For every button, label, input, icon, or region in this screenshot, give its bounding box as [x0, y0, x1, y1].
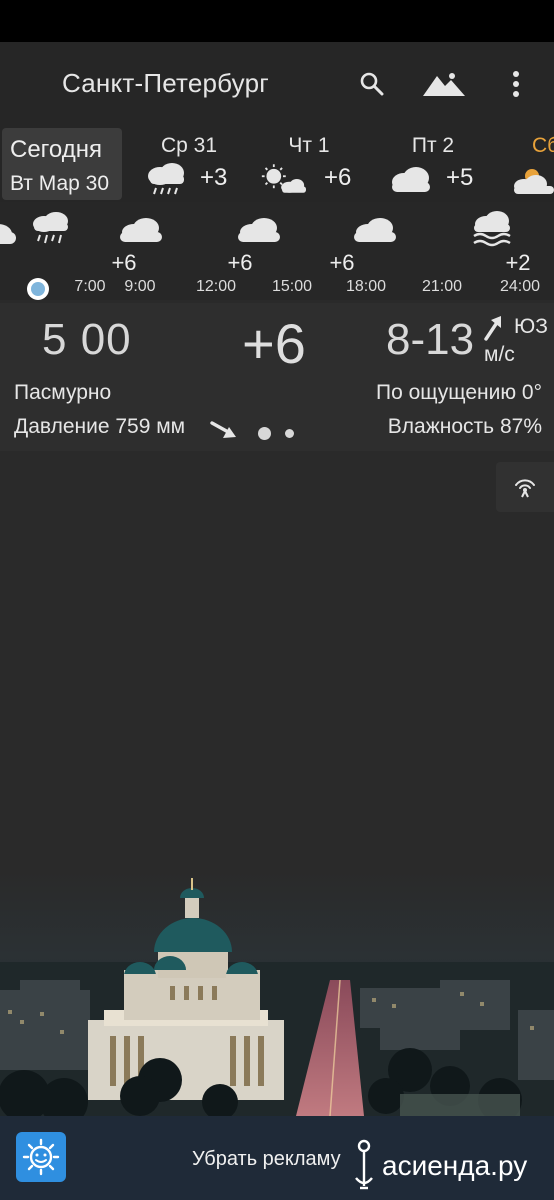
remove-ads-button[interactable]: Убрать рекламу: [192, 1148, 341, 1171]
hour-time: 21:00: [421, 278, 463, 295]
condition-text: Пасмурно: [14, 381, 112, 404]
city-background-image: [0, 870, 554, 1116]
day-tab-thu[interactable]: Чт 1 +6: [254, 130, 364, 198]
current-time: 5 00: [42, 315, 132, 364]
sun-cloud-icon: [514, 169, 554, 194]
cloud-icon: [238, 218, 280, 242]
cloud-icon: [354, 218, 396, 242]
day-tab-sat[interactable]: Сб: [506, 130, 554, 198]
current-weather-panel[interactable]: 5 00 +6 8-13 ЮЗ м/с Пасмурно По ощущению…: [0, 303, 554, 451]
hour-time: 18:00: [345, 278, 387, 295]
day-name: Ср 31: [160, 134, 218, 157]
feels-like-text: По ощущению 0°: [375, 381, 542, 404]
city-title[interactable]: Санкт-Петербург: [62, 68, 269, 99]
landscape-icon[interactable]: [422, 66, 466, 102]
wind-direction: ЮЗ: [514, 315, 548, 338]
hour-time: 9:00: [124, 278, 156, 295]
pager-dot[interactable]: [285, 429, 294, 438]
day-name: Чт 1: [288, 134, 330, 157]
rain-cloud-icon: [33, 212, 68, 244]
app-logo-icon[interactable]: [16, 1132, 66, 1182]
more-vert-icon[interactable]: [498, 66, 534, 102]
watermark-logo-icon: [355, 1139, 373, 1190]
wind-unit: м/с: [484, 343, 515, 366]
hour-time: 24:00: [499, 278, 541, 295]
today-label: Сегодня: [10, 136, 102, 163]
current-temp: +6: [242, 312, 306, 375]
day-temp: +6: [324, 164, 352, 191]
pressure-text: Давление 759 мм: [14, 415, 186, 438]
app-bar: Санкт-Петербург: [0, 42, 554, 126]
watermark-text: асиенда.ру: [382, 1150, 528, 1181]
hour-time: 12:00: [195, 278, 237, 295]
hourly-forecast[interactable]: +6 +6 +6 +2 7:00 9:00 12:00 15:00 18:00 …: [0, 202, 554, 300]
cloud-icon: [0, 224, 16, 244]
day-temp: +3: [200, 164, 228, 191]
hour-time: 15:00: [271, 278, 313, 295]
humidity-text: Влажность 87%: [387, 415, 542, 438]
day-temp: +5: [446, 164, 474, 191]
hour-temp: +2: [505, 250, 531, 275]
status-bar: [0, 0, 554, 42]
wind-speed: 8-13: [386, 315, 475, 364]
search-icon[interactable]: [352, 66, 392, 102]
day-tab-fri[interactable]: Пт 2 +5: [378, 130, 488, 198]
day-name: Пт 2: [411, 134, 455, 157]
sun-cloud-icon: [261, 164, 306, 193]
days-row: Сегодня Вт Мар 30 Ср 31 +3 Чт 1 +6 Пт 2 …: [0, 126, 554, 202]
pressure-trend-icon: [210, 421, 236, 438]
fog-icon: [473, 211, 511, 247]
radar-icon: [515, 479, 535, 498]
day-tab-wed[interactable]: Ср 31 +3: [134, 130, 244, 198]
hour-temp: +6: [111, 250, 137, 275]
rain-cloud-icon: [148, 163, 184, 195]
radar-button[interactable]: [496, 462, 554, 512]
day-name: Сб: [532, 134, 554, 157]
current-time-marker: [27, 278, 49, 300]
cloud-icon: [120, 218, 162, 242]
hour-temp: +6: [227, 250, 253, 275]
day-tab-today[interactable]: Сегодня Вт Мар 30: [2, 128, 122, 200]
pager-dot-active[interactable]: [258, 427, 271, 440]
wind-direction-icon: [484, 316, 501, 341]
hour-temp: +6: [329, 250, 355, 275]
cloud-icon: [392, 167, 430, 192]
today-date: Вт Мар 30: [10, 172, 110, 195]
